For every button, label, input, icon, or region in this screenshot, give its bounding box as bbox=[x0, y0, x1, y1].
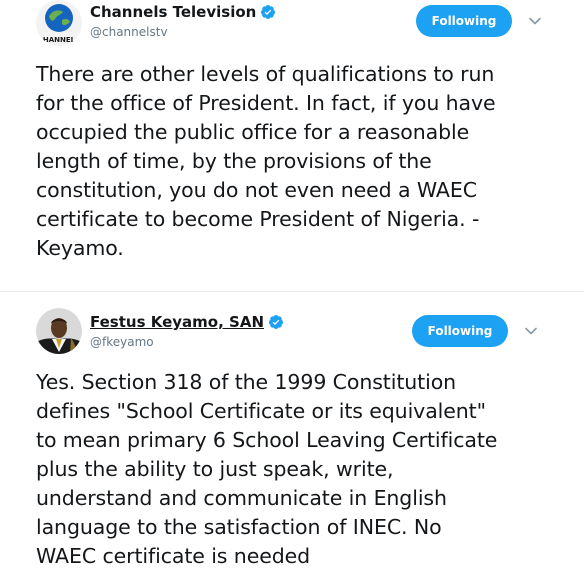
avatar-caption: HANNEL bbox=[43, 36, 76, 44]
festus-keyamo-avatar[interactable] bbox=[36, 308, 82, 354]
channels-tv-avatar[interactable]: HANNEL bbox=[36, 0, 82, 46]
tweet-author: Channels Television @channelstv bbox=[90, 2, 276, 39]
tweet-text: There are other levels of qualifications… bbox=[36, 62, 496, 260]
following-button[interactable]: Following bbox=[416, 5, 512, 37]
display-name[interactable]: Festus Keyamo, SAN bbox=[90, 313, 264, 331]
channels-tv-logo-icon: HANNEL bbox=[36, 0, 82, 46]
tweet-author: Festus Keyamo, SAN @fkeyamo bbox=[90, 312, 284, 349]
verified-badge-icon bbox=[261, 5, 276, 19]
name-row: Channels Television bbox=[90, 2, 276, 22]
tweet-festus-keyamo: Festus Keyamo, SAN @fkeyamo Following Ye… bbox=[0, 300, 584, 582]
portrait-photo-icon bbox=[36, 308, 82, 354]
verified-badge-icon bbox=[268, 315, 283, 329]
handle[interactable]: @fkeyamo bbox=[90, 335, 284, 349]
chevron-down-icon[interactable] bbox=[528, 14, 542, 28]
tweet-channels-tv: HANNEL Channels Television @channelstv F… bbox=[0, 0, 584, 290]
following-button[interactable]: Following bbox=[412, 315, 508, 347]
display-name[interactable]: Channels Television bbox=[90, 3, 256, 21]
chevron-down-icon[interactable] bbox=[524, 324, 538, 338]
tweet-divider bbox=[0, 291, 584, 292]
tweet-text: Yes. Section 318 of the 1999 Constitutio… bbox=[36, 370, 498, 568]
name-row: Festus Keyamo, SAN bbox=[90, 312, 284, 332]
handle[interactable]: @channelstv bbox=[90, 25, 276, 39]
